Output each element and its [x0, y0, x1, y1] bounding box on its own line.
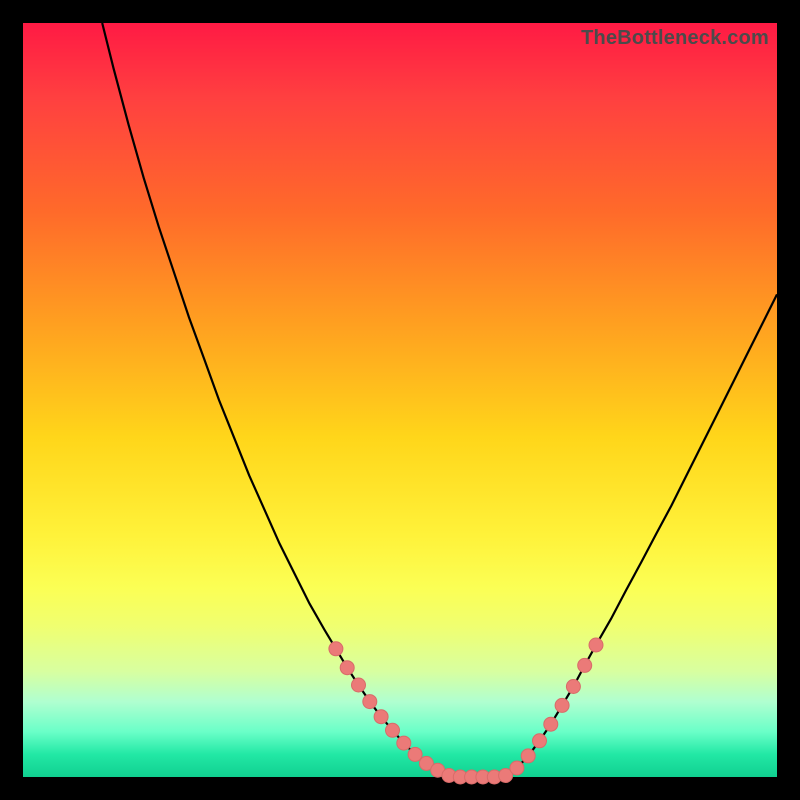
- data-marker: [566, 680, 580, 694]
- data-marker: [397, 736, 411, 750]
- data-marker: [340, 661, 354, 675]
- data-marker: [578, 658, 592, 672]
- data-marker: [521, 749, 535, 763]
- data-marker: [352, 678, 366, 692]
- data-marker: [386, 723, 400, 737]
- data-marker: [533, 734, 547, 748]
- plot-area: TheBottleneck.com: [23, 23, 777, 777]
- data-marker: [329, 642, 343, 656]
- data-marker: [589, 638, 603, 652]
- data-marker: [510, 761, 524, 775]
- data-marker: [555, 698, 569, 712]
- data-marker: [408, 747, 422, 761]
- chart-frame: TheBottleneck.com: [0, 0, 800, 800]
- bottleneck-curve: [102, 23, 777, 777]
- marker-group: [329, 638, 603, 784]
- data-marker: [363, 695, 377, 709]
- data-marker: [544, 717, 558, 731]
- data-marker: [374, 710, 388, 724]
- chart-svg: [23, 23, 777, 777]
